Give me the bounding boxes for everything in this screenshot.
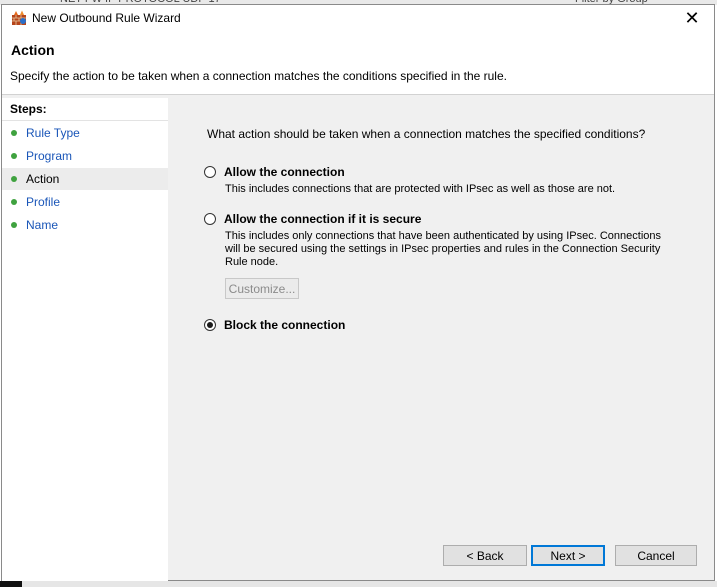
step-rule-type[interactable]: Rule Type xyxy=(2,122,168,144)
title-bar: New Outbound Rule Wizard ✕ xyxy=(2,5,714,32)
step-name[interactable]: Name xyxy=(2,214,168,236)
step-status-dot-icon xyxy=(11,153,17,159)
option-allow-secure-description: This includes only connections that have… xyxy=(225,230,661,268)
option-allow-secure-label[interactable]: Allow the connection if it is secure xyxy=(224,212,421,226)
step-status-dot-icon xyxy=(11,199,17,205)
action-content: What action should be taken when a conne… xyxy=(174,98,714,582)
wizard-header: Action Specify the action to be taken wh… xyxy=(2,32,714,95)
background-taskbar-strip xyxy=(0,581,717,587)
close-button[interactable]: ✕ xyxy=(670,5,714,32)
option-allow-label[interactable]: Allow the connection xyxy=(224,165,345,179)
steps-panel: Steps: Rule Type Program Action Profile … xyxy=(2,98,168,582)
steps-divider xyxy=(2,120,168,121)
step-label: Action xyxy=(26,172,60,186)
step-program[interactable]: Program xyxy=(2,145,168,167)
step-label: Profile xyxy=(26,195,61,209)
step-label: Program xyxy=(26,149,73,163)
step-label: Name xyxy=(26,218,59,232)
cancel-button[interactable]: Cancel xyxy=(615,545,697,566)
wizard-window: New Outbound Rule Wizard ✕ Action Specif… xyxy=(1,4,715,582)
page-description: Specify the action to be taken when a co… xyxy=(10,69,507,83)
step-action[interactable]: Action xyxy=(2,168,168,190)
step-status-dot-icon xyxy=(11,176,17,182)
customize-button: Customize... xyxy=(225,278,299,299)
action-question: What action should be taken when a conne… xyxy=(207,127,646,141)
background-dark-block xyxy=(0,581,22,587)
back-button[interactable]: < Back xyxy=(443,545,527,566)
step-status-dot-icon xyxy=(11,222,17,228)
option-allow-description: This includes connections that are prote… xyxy=(225,183,616,195)
steps-title: Steps: xyxy=(10,102,47,116)
page-title: Action xyxy=(11,42,55,58)
firewall-icon xyxy=(12,10,26,25)
step-status-dot-icon xyxy=(11,130,17,136)
radio-allow[interactable] xyxy=(204,166,216,178)
window-title: New Outbound Rule Wizard xyxy=(32,11,181,25)
step-label: Rule Type xyxy=(26,126,80,140)
radio-allow-secure[interactable] xyxy=(204,213,216,225)
step-profile[interactable]: Profile xyxy=(2,191,168,213)
close-icon: ✕ xyxy=(684,8,700,28)
option-block-label[interactable]: Block the connection xyxy=(224,318,345,332)
next-button[interactable]: Next > xyxy=(531,545,605,566)
radio-block[interactable] xyxy=(204,319,216,331)
